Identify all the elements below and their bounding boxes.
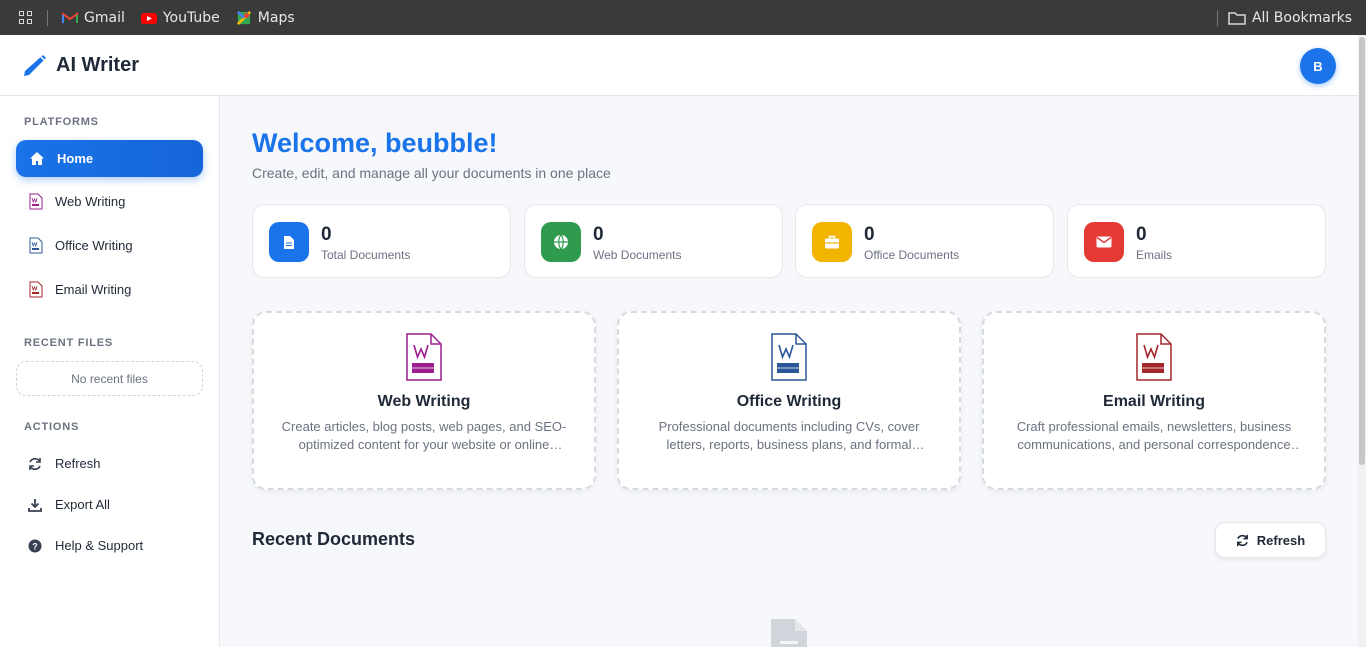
platform-card-web-writing[interactable]: Web Writing Create articles, blog posts,… xyxy=(252,311,596,490)
youtube-icon xyxy=(140,12,157,24)
stat-label: Total Documents xyxy=(321,248,411,262)
scrollbar-thumb[interactable] xyxy=(1359,37,1365,465)
web-doc-icon xyxy=(29,193,43,210)
office-doc-icon xyxy=(771,333,807,381)
avatar[interactable]: B xyxy=(1300,48,1336,84)
stat-card-total: 0 Total Documents xyxy=(252,204,511,278)
action-label: Export All xyxy=(55,497,110,512)
stat-card-web: 0 Web Documents xyxy=(524,204,783,278)
stat-value: 0 xyxy=(864,224,875,245)
action-export-all[interactable]: Export All xyxy=(28,497,110,512)
platform-description: Professional documents including CVs, co… xyxy=(658,419,920,452)
maps-icon xyxy=(236,10,251,25)
email-doc-icon xyxy=(29,281,43,298)
stat-value: 0 xyxy=(593,224,604,245)
sidebar-item-label: Office Writing xyxy=(55,238,133,253)
sidebar: PLATFORMS Home Web Writing Office Writin… xyxy=(0,96,220,647)
action-help-support[interactable]: ? Help & Support xyxy=(28,538,143,553)
bookmark-label: YouTube xyxy=(162,9,220,26)
actions-heading: ACTIONS xyxy=(24,421,80,433)
folder-icon xyxy=(1228,11,1246,25)
refresh-icon xyxy=(1236,534,1248,546)
scrollbar[interactable] xyxy=(1358,35,1366,647)
refresh-label: Refresh xyxy=(1256,532,1306,548)
stat-label: Web Documents xyxy=(593,248,682,262)
refresh-button[interactable]: Refresh xyxy=(1215,522,1326,558)
bookmark-youtube[interactable]: YouTube xyxy=(140,9,220,26)
office-doc-icon xyxy=(29,237,43,254)
platform-card-office-writing[interactable]: Office Writing Professional documents in… xyxy=(617,311,961,490)
sidebar-item-home[interactable]: Home xyxy=(16,140,203,177)
platform-title: Email Writing xyxy=(1103,393,1205,410)
sidebar-item-label: Web Writing xyxy=(55,194,126,209)
welcome-heading: Welcome, beubble! xyxy=(252,128,498,158)
sidebar-item-web-writing[interactable]: Web Writing xyxy=(16,183,203,220)
recent-documents-heading: Recent Documents xyxy=(252,529,416,549)
sidebar-item-label: Email Writing xyxy=(55,282,132,297)
welcome-subtitle: Create, edit, and manage all your docume… xyxy=(252,165,611,181)
app-header: AI Writer B xyxy=(0,35,1358,96)
apps-grid-icon[interactable] xyxy=(19,10,33,25)
bookmark-gmail[interactable]: Gmail xyxy=(62,10,125,26)
gmail-icon xyxy=(62,11,78,23)
empty-document-icon xyxy=(771,619,807,647)
refresh-icon xyxy=(29,457,41,470)
bookmark-label: Maps xyxy=(257,9,295,26)
briefcase-icon xyxy=(812,222,852,262)
download-icon xyxy=(28,498,42,512)
bookmark-maps[interactable]: Maps xyxy=(236,10,295,26)
web-doc-icon xyxy=(406,333,442,381)
stat-label: Emails xyxy=(1136,248,1173,262)
action-label: Help & Support xyxy=(55,538,144,553)
stat-value: 0 xyxy=(321,224,332,245)
all-bookmarks[interactable]: All Bookmarks xyxy=(1203,0,1352,35)
file-icon xyxy=(269,222,309,262)
platform-title: Web Writing xyxy=(377,393,471,410)
divider xyxy=(1216,9,1218,26)
envelope-icon xyxy=(1084,222,1124,262)
action-refresh[interactable]: Refresh xyxy=(28,456,101,471)
platforms-heading: PLATFORMS xyxy=(24,116,99,128)
email-doc-icon xyxy=(1136,333,1172,381)
action-label: Refresh xyxy=(55,456,101,471)
sidebar-item-email-writing[interactable]: Email Writing xyxy=(16,271,203,308)
sidebar-item-office-writing[interactable]: Office Writing xyxy=(16,227,203,264)
all-bookmarks-label: All Bookmarks xyxy=(1251,9,1352,26)
platform-description: Create articles, blog posts, web pages, … xyxy=(281,419,567,452)
home-icon xyxy=(30,152,44,165)
brand[interactable]: AI Writer xyxy=(22,52,139,78)
divider xyxy=(47,9,48,26)
help-icon: ? xyxy=(28,539,42,552)
svg-text:?: ? xyxy=(32,541,38,551)
stat-card-emails: 0 Emails xyxy=(1067,204,1326,278)
no-recent-files: No recent files xyxy=(16,361,203,396)
pen-icon xyxy=(24,55,46,76)
main-content: Welcome, beubble! Create, edit, and mana… xyxy=(220,96,1358,647)
globe-icon xyxy=(541,222,581,262)
stat-card-office: 0 Office Documents xyxy=(795,204,1054,278)
bookmarks-bar: Gmail YouTube Maps All Bookmarks xyxy=(0,0,1366,35)
sidebar-item-label: Home xyxy=(57,151,94,166)
app-title: AI Writer xyxy=(56,53,139,76)
stat-label: Office Documents xyxy=(864,248,960,262)
recent-files-heading: RECENT FILES xyxy=(24,337,114,349)
platform-card-email-writing[interactable]: Email Writing Craft professional emails,… xyxy=(982,311,1326,490)
stat-value: 0 xyxy=(1136,224,1147,245)
bookmark-label: Gmail xyxy=(84,9,125,26)
platform-title: Office Writing xyxy=(736,393,842,410)
platform-description: Craft professional emails, newsletters, … xyxy=(1016,419,1292,452)
